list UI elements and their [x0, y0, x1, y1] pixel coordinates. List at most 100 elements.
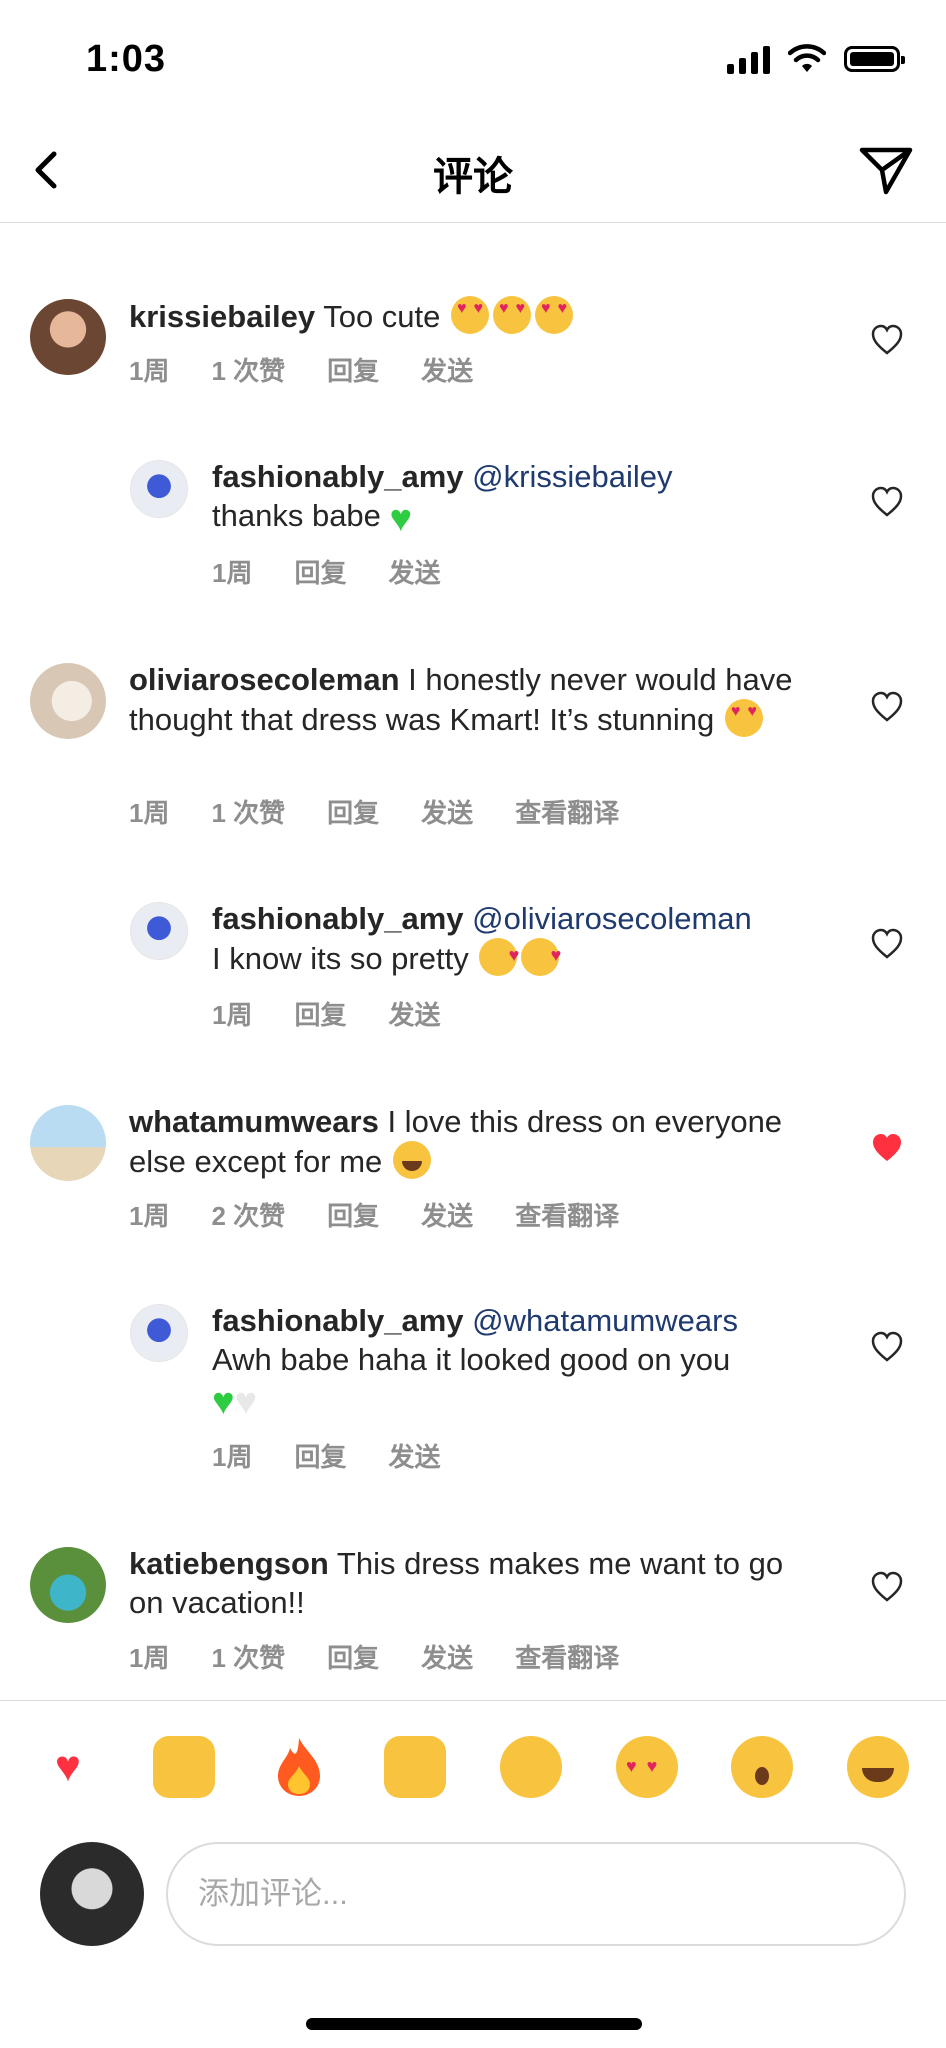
- avatar[interactable]: [30, 663, 106, 739]
- send-button[interactable]: 发送: [421, 1196, 473, 1233]
- comment-time: 1周: [212, 1000, 253, 1030]
- comment-content: Too cute: [323, 299, 441, 334]
- header: 评论: [0, 120, 946, 223]
- partial-previous-meta: — — —: [200, 223, 300, 231]
- comment-meta: 1周 回复 发送: [212, 553, 441, 590]
- mention-link[interactable]: @krissiebailey: [472, 459, 672, 494]
- heart-eyes-emoji-icon: [724, 699, 763, 737]
- reply-button[interactable]: 回复: [327, 793, 379, 830]
- tears-of-joy-emoji-icon: [392, 1141, 431, 1179]
- comment-text: katiebengson This dress makes me want to…: [129, 1544, 809, 1622]
- status-bar: 1:03: [0, 0, 946, 120]
- fire-reaction-icon[interactable]: [268, 1736, 330, 1798]
- comment-username[interactable]: fashionably_amy: [212, 1303, 464, 1338]
- crying-face-reaction-icon[interactable]: [499, 1735, 562, 1798]
- send-button[interactable]: 发送: [388, 553, 440, 590]
- current-user-avatar[interactable]: [40, 1842, 144, 1946]
- comment-input-row: [0, 1832, 946, 1962]
- avatar[interactable]: [130, 902, 188, 960]
- avatar[interactable]: [30, 299, 106, 375]
- likes-count[interactable]: 1 次赞: [211, 351, 285, 388]
- clapping-hands-reaction-icon[interactable]: [384, 1735, 447, 1798]
- quick-reaction-bar: ♥ ♥♥: [0, 1700, 946, 1832]
- comment-username[interactable]: fashionably_amy: [212, 459, 464, 494]
- see-translation-button[interactable]: 查看翻译: [515, 1196, 619, 1233]
- surprised-face-reaction-icon[interactable]: [731, 1735, 794, 1798]
- comment-text: fashionably_amy @oliviarosecoleman I kno…: [212, 899, 822, 978]
- comment-meta: 1周 2 次赞 回复 发送 查看翻译: [129, 1196, 619, 1233]
- reply-button[interactable]: 回复: [294, 995, 346, 1032]
- avatar[interactable]: [130, 1304, 188, 1362]
- comment-time: 1周: [129, 1201, 170, 1231]
- comment-time: 1周: [212, 558, 253, 588]
- tears-of-joy-reaction-icon[interactable]: [847, 1735, 910, 1798]
- comment-text: fashionably_amy @whatamumwears Awh babe …: [212, 1301, 822, 1421]
- send-button[interactable]: 发送: [421, 351, 473, 388]
- comment-username[interactable]: krissiebailey: [129, 299, 315, 334]
- raising-hands-reaction-icon[interactable]: [152, 1735, 215, 1798]
- comment-meta: 1周 回复 发送: [212, 995, 441, 1032]
- likes-count[interactable]: 1 次赞: [211, 1638, 285, 1675]
- heart-eyes-emoji-icon: [535, 296, 574, 334]
- comment-meta: 1周 回复 发送: [212, 1437, 441, 1474]
- reply-button[interactable]: 回复: [327, 1638, 379, 1675]
- signal-icon: [727, 44, 770, 74]
- add-comment-input[interactable]: [166, 1842, 906, 1946]
- smiling-face-with-hearts-emoji-icon: [521, 936, 561, 976]
- reply-button[interactable]: 回复: [327, 351, 379, 388]
- comment-content: Awh babe haha it looked good on you: [212, 1342, 731, 1377]
- reply-button[interactable]: 回复: [327, 1196, 379, 1233]
- send-button[interactable]: 发送: [421, 1638, 473, 1675]
- comment-username[interactable]: oliviarosecoleman: [129, 662, 400, 697]
- comment-time: 1周: [129, 356, 170, 386]
- likes-count[interactable]: 1 次赞: [211, 793, 285, 830]
- wifi-icon: [788, 44, 826, 72]
- comment-username[interactable]: katiebengson: [129, 1546, 329, 1581]
- like-heart-icon[interactable]: [870, 1330, 904, 1364]
- send-button[interactable]: 发送: [421, 793, 473, 830]
- comment-text: whatamumwears I love this dress on every…: [129, 1102, 809, 1181]
- comment-text: oliviarosecoleman I honestly never would…: [129, 660, 809, 739]
- status-time: 1:03: [86, 38, 167, 80]
- reply-button[interactable]: 回复: [294, 553, 346, 590]
- send-button[interactable]: 发送: [388, 995, 440, 1032]
- comment-time: 1周: [129, 1643, 170, 1673]
- comment-meta: 1周 1 次赞 回复 发送 查看翻译: [129, 793, 619, 830]
- like-heart-icon[interactable]: [870, 1570, 904, 1604]
- send-direct-icon[interactable]: [856, 140, 916, 200]
- red-heart-reaction-icon[interactable]: ♥: [37, 1736, 99, 1798]
- home-indicator[interactable]: [306, 2018, 642, 2030]
- like-heart-icon[interactable]: [870, 323, 904, 357]
- likes-count[interactable]: 2 次赞: [211, 1196, 285, 1233]
- heart-eyes-emoji-icon: [493, 296, 532, 334]
- comment-time: 1周: [212, 1442, 253, 1472]
- reply-button[interactable]: 回复: [294, 1437, 346, 1474]
- heart-eyes-emoji-icon: [451, 296, 490, 334]
- mention-link[interactable]: @oliviarosecoleman: [472, 901, 752, 936]
- comment-list[interactable]: — — — krissiebailey Too cute 1周 1 次赞 回复 …: [0, 223, 946, 1699]
- comment-time: 1周: [129, 798, 170, 828]
- comment-text: krissiebailey Too cute: [129, 296, 809, 336]
- avatar[interactable]: [30, 1547, 106, 1623]
- see-translation-button[interactable]: 查看翻译: [515, 793, 619, 830]
- like-heart-icon[interactable]: [870, 927, 904, 961]
- send-button[interactable]: 发送: [388, 1437, 440, 1474]
- mention-link[interactable]: @whatamumwears: [472, 1303, 738, 1338]
- smiling-face-with-hearts-emoji-icon: [479, 936, 519, 976]
- like-heart-icon[interactable]: [870, 690, 904, 724]
- liked-heart-icon[interactable]: [870, 1131, 904, 1165]
- comment-content: I know its so pretty: [212, 941, 469, 976]
- comment-username[interactable]: fashionably_amy: [212, 901, 464, 936]
- see-translation-button[interactable]: 查看翻译: [515, 1638, 619, 1675]
- page-title: 评论: [433, 155, 513, 199]
- avatar[interactable]: [130, 460, 188, 518]
- green-heart-emoji-icon: ♥: [389, 498, 413, 540]
- heart-eyes-reaction-icon[interactable]: ♥♥: [615, 1735, 678, 1798]
- avatar[interactable]: [30, 1105, 106, 1181]
- green-heart-emoji-icon: ♥: [212, 1381, 235, 1423]
- comment-text: fashionably_amy @krissiebailey thanks ba…: [212, 457, 822, 538]
- like-heart-icon[interactable]: [870, 485, 904, 519]
- comment-meta: 1周 1 次赞 回复 发送: [129, 351, 473, 388]
- comment-username[interactable]: whatamumwears: [129, 1104, 379, 1139]
- white-heart-emoji-icon: ♥: [234, 1381, 258, 1423]
